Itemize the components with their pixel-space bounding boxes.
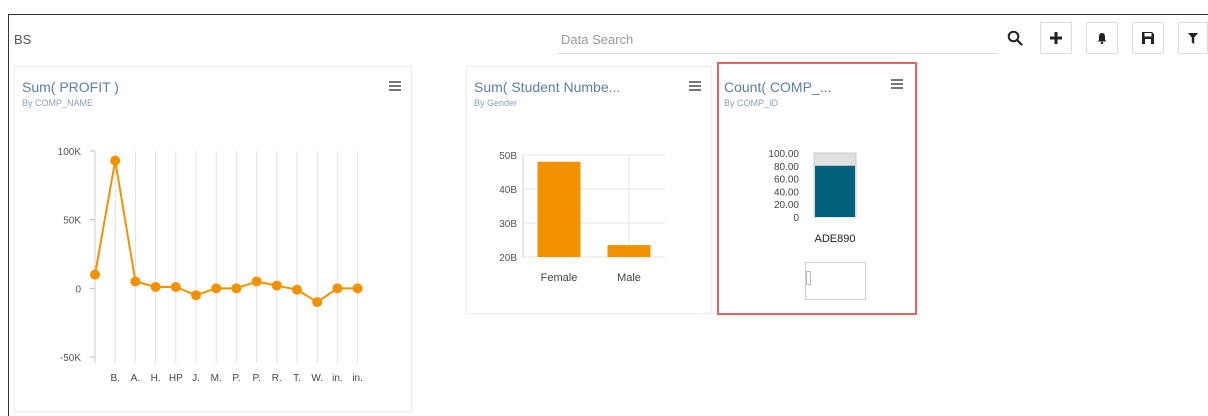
y-tick-label: -50K xyxy=(60,353,81,364)
x-tick-label: HP xyxy=(169,373,183,384)
data-point xyxy=(312,297,323,308)
data-point xyxy=(170,281,181,292)
tile-title: Sum( Student Numbe... xyxy=(474,79,621,95)
data-point xyxy=(271,280,282,291)
data-point xyxy=(90,269,100,280)
y-tick-label: 40.00 xyxy=(774,187,799,198)
y-tick-label: 100.00 xyxy=(768,149,799,160)
x-tick-label: ADE890 xyxy=(815,233,856,245)
plus-icon xyxy=(1050,32,1062,44)
student-number-bar-chart: 20B 30B 40B 50B Female Male xyxy=(499,151,665,284)
tile-title: Count( COMP_... xyxy=(724,79,832,95)
data-point xyxy=(352,283,363,294)
x-tick-label: P. xyxy=(232,373,240,384)
gauge-fill xyxy=(815,165,855,217)
data-point xyxy=(191,290,201,301)
search-icon xyxy=(1007,30,1023,46)
bar xyxy=(537,161,581,257)
data-point xyxy=(292,284,302,295)
y-tick-label: 0 xyxy=(793,213,799,224)
y-tick-label: 100K xyxy=(58,147,82,158)
x-tick-label: in. xyxy=(332,373,343,384)
alert-button[interactable] xyxy=(1086,22,1118,54)
hamburger-menu-icon[interactable] xyxy=(891,79,903,89)
x-tick-label: P. xyxy=(253,373,261,384)
x-tick-label: Male xyxy=(617,272,641,284)
app-title: BS xyxy=(14,32,32,47)
data-point xyxy=(251,276,262,287)
x-tick-label: T. xyxy=(293,373,301,384)
count-comp-bar-chart: 0 20.00 40.0060.00 80.00 100.00 ADE890 xyxy=(768,149,857,245)
x-tick-label: R. xyxy=(272,373,282,384)
x-tick-label: J. xyxy=(192,373,200,384)
save-icon xyxy=(1142,32,1154,44)
x-tick-label: W. xyxy=(311,373,323,384)
x-tick-label: B. xyxy=(110,373,119,384)
data-point xyxy=(332,283,343,294)
data-point xyxy=(150,281,161,292)
range-slider[interactable] xyxy=(805,262,866,300)
profit-line-chart: 100K 50K 0 -50K B. A. H. HP J. M. P. P. R. T. W. in. in. xyxy=(58,147,363,384)
x-tick-label: A. xyxy=(131,373,140,384)
tile-subtitle: By COMP_ID xyxy=(724,98,779,108)
filter-button[interactable] xyxy=(1178,22,1208,54)
y-tick-label: 40B xyxy=(499,185,517,196)
y-tick-label: 50B xyxy=(499,151,517,162)
tile-title: Sum( PROFIT ) xyxy=(22,79,119,95)
hamburger-menu-icon[interactable] xyxy=(689,81,701,91)
y-tick-label: 0 xyxy=(75,284,81,295)
student-number-chart-tile[interactable]: Sum( Student Numbe... By Gender 20B 30B 40… xyxy=(466,66,712,314)
data-point xyxy=(211,283,222,294)
x-tick-label: Female xyxy=(541,272,578,284)
y-tick-label: 30B xyxy=(499,219,517,230)
save-button[interactable] xyxy=(1132,22,1164,54)
search-input[interactable] xyxy=(558,26,998,53)
count-comp-chart-tile[interactable]: Count( COMP_... By COMP_ID 0 20.00 40.00 60… xyxy=(717,62,917,315)
x-tick-label: M. xyxy=(211,373,222,384)
y-tick-label: 20.00 xyxy=(774,200,799,211)
x-tick-label: in. xyxy=(352,373,363,384)
bell-icon xyxy=(1097,32,1107,44)
y-tick-label: 80.00 xyxy=(774,162,799,173)
x-tick-label: H. xyxy=(151,373,161,384)
tile-subtitle: By Gender xyxy=(474,98,518,108)
y-tick-label: 60.00 xyxy=(774,175,799,186)
filter-icon xyxy=(1188,32,1198,44)
y-tick-label: 50K xyxy=(63,216,81,227)
search-bar xyxy=(558,26,998,54)
profit-chart-tile[interactable]: Sum( PROFIT ) By COMP_NAME 100K 50K 0 -50K B… xyxy=(14,66,412,412)
tile-subtitle: By COMP_NAME xyxy=(22,98,94,108)
add-button[interactable] xyxy=(1040,22,1072,54)
bar xyxy=(607,245,651,257)
data-point xyxy=(110,155,121,166)
range-slider-handle[interactable] xyxy=(806,271,811,285)
data-point xyxy=(231,283,242,294)
search-button[interactable] xyxy=(1000,22,1030,54)
hamburger-menu-icon[interactable] xyxy=(389,81,401,91)
data-point xyxy=(130,276,141,287)
y-tick-label: 20B xyxy=(499,253,517,264)
